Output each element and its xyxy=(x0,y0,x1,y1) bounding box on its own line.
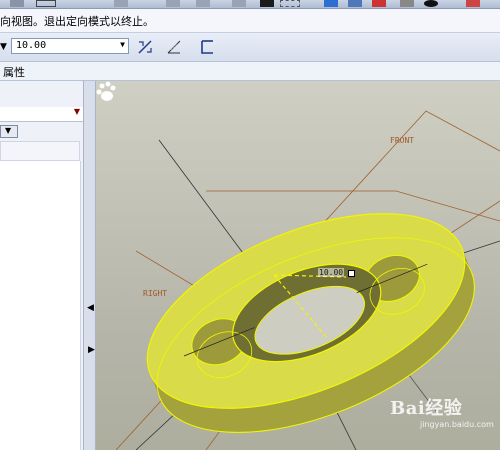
chevron-down-icon[interactable]: ▼ xyxy=(120,40,125,49)
panel-dropdown[interactable]: ▼ xyxy=(0,125,18,138)
datum-label-front: FRONT xyxy=(390,136,415,145)
model-tree-list[interactable] xyxy=(0,161,81,450)
toolbar-icon[interactable] xyxy=(424,0,438,7)
status-message: 向视图。退出定向模式以终止。 xyxy=(0,15,154,28)
panel-splitter[interactable]: ◀ ▶ xyxy=(83,81,96,450)
toolbar-icon[interactable] xyxy=(324,0,338,7)
feature-dashboard: ▼ 10.00 ▼ xyxy=(0,33,500,62)
flip-direction-icon[interactable] xyxy=(137,39,153,55)
toolbar-icon[interactable] xyxy=(260,0,274,7)
toolbar-icon[interactable] xyxy=(36,0,56,7)
chevron-down-icon: ▼ xyxy=(5,126,12,135)
toolbar-icon[interactable] xyxy=(166,0,180,7)
datum-label-right: RIGHT xyxy=(143,289,168,298)
toolbar-icon[interactable] xyxy=(232,0,246,7)
expand-right-icon[interactable]: ▶ xyxy=(88,345,95,355)
message-area: 向视图。退出定向模式以终止。 xyxy=(0,9,500,33)
dashboard-tabs: 属性 xyxy=(0,62,500,81)
drag-handle[interactable] xyxy=(348,270,355,277)
chevron-down-icon[interactable]: ▼ xyxy=(0,42,7,52)
baidu-paw-icon xyxy=(96,81,116,101)
model-tree-panel: ▼ ▼ xyxy=(0,81,83,450)
watermark-main: Bai经验 xyxy=(390,398,463,419)
offset-value-input[interactable]: 10.00 ▼ xyxy=(11,38,129,54)
top-toolbar xyxy=(0,0,500,9)
offset-value: 10.00 xyxy=(16,40,47,51)
toolbar-icon[interactable] xyxy=(280,0,300,7)
thicken-icon[interactable] xyxy=(166,39,182,55)
toolbar-icon[interactable] xyxy=(466,0,480,7)
graphics-viewport[interactable]: FRONT RIGHT 10.00 Bai经验 jingyan.baidu.co… xyxy=(96,81,500,450)
toolbar-icon[interactable] xyxy=(10,0,24,7)
remove-material-icon[interactable] xyxy=(199,39,215,55)
tab-properties[interactable]: 属性 xyxy=(3,64,25,80)
toolbar-icon[interactable] xyxy=(196,0,210,7)
dimension-label[interactable]: 10.00 xyxy=(318,268,345,277)
toolbar-icon[interactable] xyxy=(114,0,128,7)
column-header xyxy=(0,141,80,161)
panel-header: ▼ xyxy=(0,107,83,122)
collapse-left-icon[interactable]: ◀ xyxy=(87,303,94,313)
watermark-url: jingyan.baidu.com xyxy=(420,420,494,429)
toolbar-icon[interactable] xyxy=(348,0,362,7)
chevron-down-icon[interactable]: ▼ xyxy=(74,107,80,116)
toolbar-icon[interactable] xyxy=(372,0,386,7)
watermark: Bai经验 jingyan.baidu.com xyxy=(390,394,494,429)
toolbar-icon[interactable] xyxy=(400,0,414,7)
